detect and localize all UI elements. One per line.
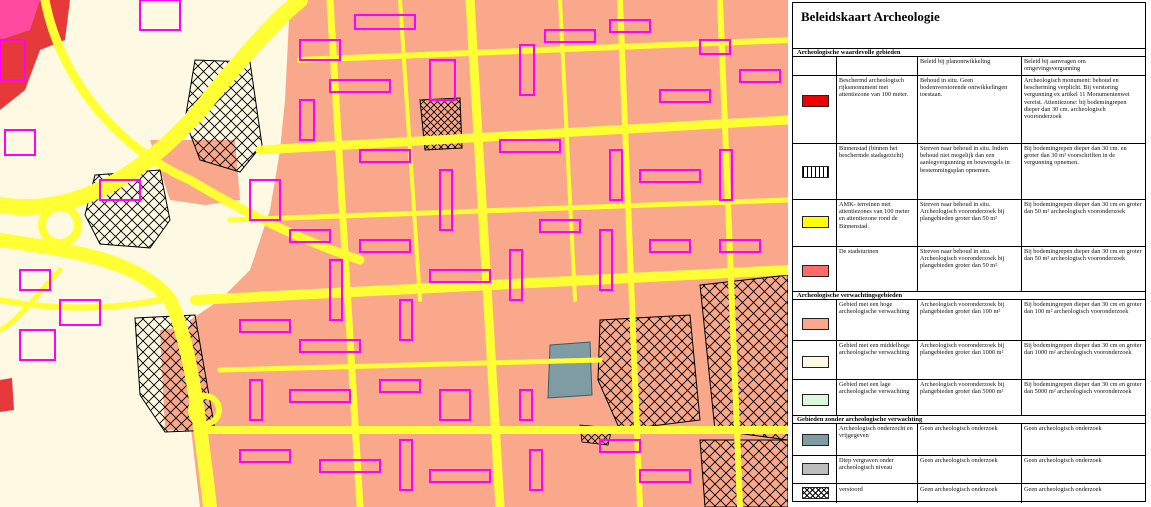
- legend-row-plan: Archeologisch vooronderzoek bij plangebi…: [920, 381, 1005, 396]
- legend-row-name: Beschermd archeologisch rijksmonument me…: [839, 77, 909, 99]
- swatch-light-green: [802, 394, 829, 406]
- legend-row-name: Gebied met een middelhoge archeologische…: [839, 342, 910, 357]
- legend-row-permit: Bij bodemingrepen dieper dan 30 cm en gr…: [1024, 248, 1142, 263]
- map-legend: Beleidskaart Archeologie Archeologische …: [790, 0, 1151, 507]
- legend-row-permit: Bij bodemingrepen dieper dan 30 cm en gr…: [1024, 201, 1142, 216]
- legend-row-permit: Bij bodemingrepen dieper dan 30 cm. en g…: [1024, 145, 1127, 167]
- legend-row-name: verstoord: [839, 486, 863, 493]
- section-expectation-areas: Archeologische verwachtingsgebieden: [797, 292, 903, 299]
- swatch-red: [802, 95, 829, 107]
- section-no-expectation: Gebieden zonder archeologische verwachti…: [797, 416, 923, 423]
- legend-row-plan: Geen archeologisch onderzoek: [920, 457, 998, 464]
- header-permit-policy: Beleid bij aanvragen om omgevingsvergunn…: [1024, 58, 1086, 73]
- swatch-crosshatch: [802, 487, 829, 499]
- legend-row-name: Archeologisch onderzocht en vrijgegeven: [839, 425, 913, 440]
- legend-row-permit: Bij bodemingrepen dieper dan 30 cm en gr…: [1024, 381, 1142, 396]
- swatch-salmon: [802, 318, 829, 330]
- swatch-pink-red: [802, 265, 829, 277]
- header-plan-policy: Beleid bij planontwikkeling: [920, 58, 991, 65]
- legend-row-permit: Archeologisch monument: behoud en besche…: [1024, 77, 1130, 121]
- legend-row-plan: Geen archeologisch onderzoek: [920, 486, 998, 493]
- legend-title: Beleidskaart Archeologie: [801, 9, 940, 24]
- legend-row-plan: Streven naar behoud in situ. Indien beho…: [920, 145, 1010, 174]
- legend-row-plan: Geen archeologisch onderzoek: [920, 425, 998, 432]
- legend-row-permit: Geen archeologisch onderzoek: [1024, 486, 1102, 493]
- map-canvas: [0, 0, 788, 507]
- legend-row-permit: Geen archeologisch onderzoek: [1024, 425, 1102, 432]
- swatch-vertical-hatch: [802, 166, 829, 178]
- legend-row-permit: Bij bodemingrepen dieper dan 30 cm en gr…: [1024, 301, 1142, 316]
- legend-row-plan: Streven naar behoud in situ. Archeologis…: [920, 248, 1005, 270]
- legend-row-name: Gebied met een hoge archeologische verwa…: [839, 301, 910, 316]
- legend-row-permit: Bij bodemingrepen dieper dan 30 cm en gr…: [1024, 342, 1142, 357]
- legend-row-name: De stadsturinen: [839, 248, 879, 255]
- legend-row-name: Binnenstad (binnen het beschermde stadsg…: [839, 145, 904, 160]
- legend-row-plan: Archeologisch vooronderzoek bij plangebi…: [920, 301, 1005, 316]
- legend-row-plan: Streven naar behoud in situ. Archeologis…: [920, 201, 1005, 223]
- legend-row-permit: Geen archeologisch onderzoek: [1024, 457, 1102, 464]
- investigated-area: [547, 341, 593, 399]
- swatch-slate: [802, 434, 829, 446]
- swatch-yellow: [802, 216, 829, 228]
- legend-frame: Beleidskaart Archeologie Archeologische …: [792, 2, 1146, 503]
- legend-row-name: Gebied met een lage archeologische verwa…: [839, 381, 910, 396]
- legend-row-name: Diep vergraven onder archeologisch nivea…: [839, 457, 894, 472]
- section-valuable-areas: Archeologische waardevolle gebieden: [797, 49, 901, 56]
- swatch-cream: [802, 356, 829, 368]
- swatch-gray: [802, 463, 829, 475]
- legend-row-plan: Archeologisch vooronderzoek bij plangebi…: [920, 342, 1005, 357]
- archaeology-map[interactable]: [0, 0, 788, 507]
- legend-row-plan: Behoud in situ. Geen bodemverstorende on…: [920, 77, 1008, 99]
- legend-row-name: AMK- terreinen met attentiezones van 100…: [839, 201, 910, 230]
